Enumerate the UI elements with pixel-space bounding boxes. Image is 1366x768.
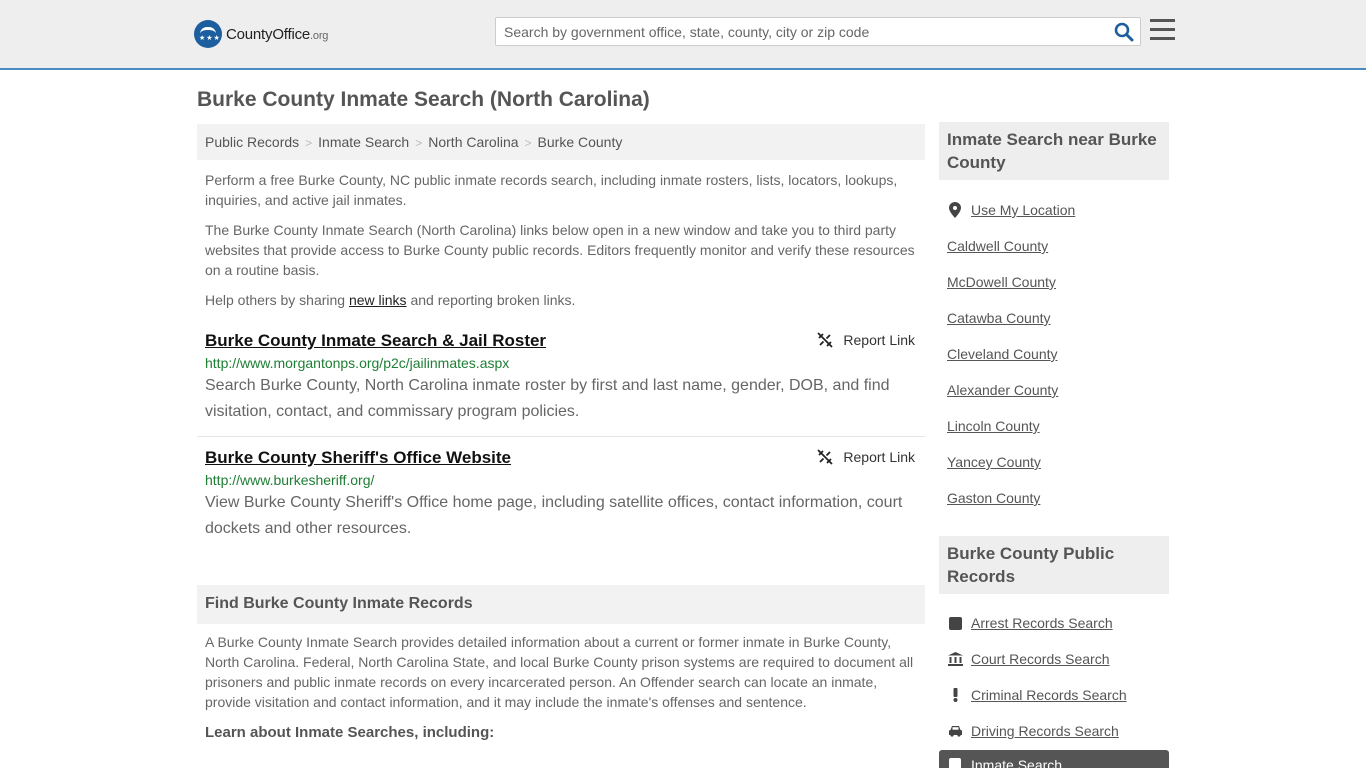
exclamation-icon <box>947 687 963 703</box>
intro-paragraph-3: Help others by sharing new links and rep… <box>205 292 576 308</box>
sidebar-county-caldwell[interactable]: Caldwell County <box>947 238 1048 254</box>
breadcrumb-separator-icon: > <box>305 136 313 150</box>
find-records-heading: Find Burke County Inmate Records <box>197 585 925 624</box>
courthouse-icon <box>947 651 963 667</box>
sidebar-driving-records[interactable]: Driving Records Search <box>947 723 1119 739</box>
intro-paragraph-2: The Burke County Inmate Search (North Ca… <box>205 222 915 278</box>
sidebar-county-catawba[interactable]: Catawba County <box>947 310 1051 326</box>
search-input[interactable] <box>496 18 1106 45</box>
sidebar-criminal-records[interactable]: Criminal Records Search <box>947 687 1127 703</box>
inmate-icon <box>949 758 961 768</box>
result-description: Search Burke County, North Carolina inma… <box>205 377 890 420</box>
sidebar-inmate-search-active[interactable]: Inmate Search <box>939 750 1169 768</box>
search-box <box>495 17 1141 46</box>
report-link-label: Report Link <box>843 332 915 348</box>
sidebar-county-lincoln[interactable]: Lincoln County <box>947 418 1040 434</box>
breadcrumb-public-records[interactable]: Public Records <box>205 134 299 150</box>
hamburger-menu-icon[interactable] <box>1150 19 1175 41</box>
sidebar-court-records[interactable]: Court Records Search <box>947 651 1110 667</box>
breadcrumb-separator-icon: > <box>415 136 423 150</box>
use-my-location-link[interactable]: Use My Location <box>947 202 1075 218</box>
breadcrumb: Public Records > Inmate Search > North Carol… <box>197 124 925 160</box>
broken-link-icon <box>817 449 834 465</box>
page-title: Burke County Inmate Search (North Caroli… <box>197 88 650 111</box>
report-link-label: Report Link <box>843 449 915 465</box>
logo-suffix: .org <box>310 29 329 42</box>
sidebar-county-cleveland[interactable]: Cleveland County <box>947 346 1058 362</box>
sidebar-county-alexander[interactable]: Alexander County <box>947 382 1058 398</box>
sidebar-county-gaston[interactable]: Gaston County <box>947 490 1040 506</box>
nearby-heading: Inmate Search near Burke County <box>939 122 1169 180</box>
sidebar-county-mcdowell[interactable]: McDowell County <box>947 274 1056 290</box>
result-title-link[interactable]: Burke County Sheriff's Office Website <box>205 448 511 467</box>
breadcrumb-north-carolina[interactable]: North Carolina <box>428 134 518 150</box>
result-url[interactable]: http://www.morgantonps.org/p2c/jailinmat… <box>205 355 917 371</box>
breadcrumb-inmate-search[interactable]: Inmate Search <box>318 134 409 150</box>
result-divider <box>197 436 925 437</box>
square-icon <box>947 615 963 631</box>
result-item: Burke County Inmate Search & Jail Roster… <box>197 331 925 425</box>
map-pin-icon <box>947 202 963 218</box>
result-url[interactable]: http://www.burkesheriff.org/ <box>205 472 917 488</box>
report-link-button[interactable]: Report Link <box>817 332 915 348</box>
logo-text: CountyOffice <box>226 25 311 43</box>
result-item: Burke County Sheriff's Office Website Re… <box>197 448 925 542</box>
sidebar-county-yancey[interactable]: Yancey County <box>947 454 1041 470</box>
search-icon[interactable] <box>1114 22 1134 42</box>
broken-link-icon <box>817 332 834 348</box>
car-icon <box>947 723 963 739</box>
site-logo[interactable]: ★★★ CountyOffice.org <box>194 20 328 48</box>
breadcrumb-burke-county[interactable]: Burke County <box>538 134 623 150</box>
breadcrumb-separator-icon: > <box>524 136 532 150</box>
intro-paragraph-1: Perform a free Burke County, NC public i… <box>205 172 898 208</box>
sidebar-active-label: Inmate Search <box>971 757 1063 768</box>
result-description: View Burke County Sheriff's Office home … <box>205 494 903 537</box>
top-header: ★★★ CountyOffice.org <box>0 0 1366 70</box>
new-links-link[interactable]: new links <box>349 292 407 308</box>
learn-heading: Learn about Inmate Searches, including: <box>205 724 495 741</box>
logo-badge-icon: ★★★ <box>194 20 222 48</box>
sidebar-arrest-records[interactable]: Arrest Records Search <box>947 615 1113 631</box>
find-records-text: A Burke County Inmate Search provides de… <box>205 634 914 710</box>
report-link-button[interactable]: Report Link <box>817 449 915 465</box>
result-title-link[interactable]: Burke County Inmate Search & Jail Roster <box>205 331 546 350</box>
public-records-heading: Burke County Public Records <box>939 536 1169 594</box>
